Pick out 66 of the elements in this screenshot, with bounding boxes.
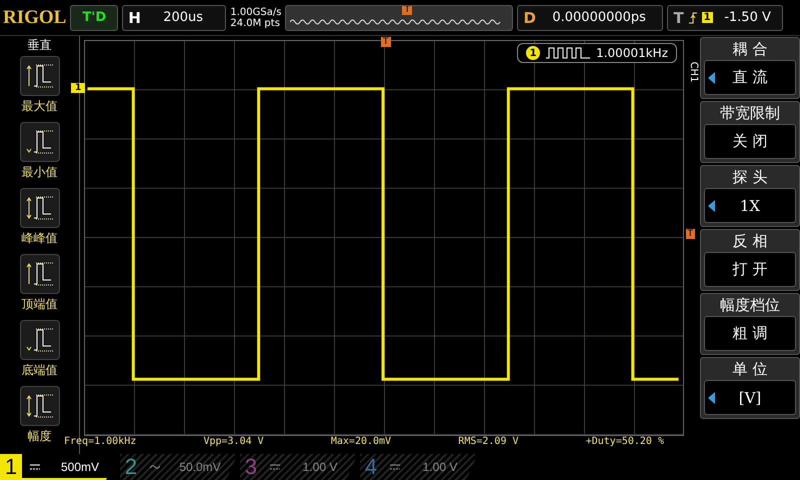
trigger-time-marker: T [381,37,390,47]
trigger-source: 1 [702,12,713,23]
channel-number: 2 [124,454,138,480]
softkey-value: 1X [740,196,760,214]
channel-scale: 1.00 V [422,460,458,474]
softkey-title: 幅度档位 [719,295,781,316]
softkey-title: 探 头 [732,167,768,188]
channel-scale: 50.0mV [178,460,222,474]
channel-marker: 1 [71,83,86,93]
dc-coupling-icon [390,464,400,470]
softkey-value: 直 流 [732,68,768,87]
measurement-waveform-icon [24,128,54,156]
measurement-waveform-icon [24,326,54,354]
channel-scale: 500mV [60,460,100,474]
horizontal-label: H [128,8,141,26]
menu-softkey[interactable]: 单 位 [V] [700,357,800,419]
measurement-readout: RMS=2.09 V [458,436,519,447]
softkey-title: 反 相 [732,231,768,252]
delay-value: 0.00000000ps [551,10,647,25]
dc-coupling-icon [30,464,40,470]
menu-softkey[interactable]: 探 头 1X [700,165,800,227]
measurement-waveform-icon [24,392,54,420]
trigger-level-marker: T [686,229,695,239]
brand-logo: RIGOL [3,6,66,28]
measurement-waveform-icon [24,62,54,90]
memory-depth: 24.0M pts [230,18,281,28]
menu-softkey[interactable]: 反 相 打 开 [700,229,800,291]
rising-edge-icon [688,12,697,24]
timebase-value: 200us [162,10,204,25]
channel-tab[interactable]: 3 1.00 V [240,454,358,480]
trigger-label: T [673,8,684,26]
channel-tab[interactable]: 2 50.0mV [120,454,238,480]
menu-softkey[interactable]: 带宽限制 关 闭 [700,101,800,163]
pulse-train-icon [546,47,590,59]
channel-number: 4 [364,454,378,480]
softkey-title: 带宽限制 [719,103,781,124]
trigger-level: -1.50 V [723,10,772,25]
softkey-value: 关 闭 [732,132,768,151]
delay-label: D [523,8,536,26]
softkey-value: 打 开 [732,260,768,279]
run-status: T'D [70,4,118,30]
sample-rate: 1.00GSa/s [230,6,282,18]
menu-title: 垂直 [28,37,52,54]
measurement-readout: Freq=1.00kHz [64,436,136,447]
channel-number: 3 [244,454,258,480]
channel-tab[interactable]: 4 1.00 V [360,454,478,480]
measurement-readout: +Duty=50.20 % [586,436,664,447]
dc-coupling-icon [270,464,280,470]
channel-number: 1 [0,454,22,480]
measurement-readout: Max=20.0mV [330,436,392,447]
channel-scale: 1.00 V [302,460,338,474]
softkey-value: 粗 调 [732,324,768,343]
counter-value: 1.00001kHz [596,46,668,60]
adjust-arrow-icon [708,200,715,212]
menu-softkey[interactable]: 幅度档位 粗 调 [700,293,800,355]
measurement-readout: Vpp=3.04 V [203,436,264,447]
softkey-title: 耦 合 [732,39,768,60]
softkey-title: 单 位 [732,359,768,380]
menu-softkey[interactable]: 耦 合 直 流 [700,37,800,99]
softkey-value: [V] [738,388,762,406]
adjust-arrow-icon [708,392,715,404]
counter-channel: 1 [526,46,540,60]
ac-coupling-icon [150,464,160,470]
measurement-waveform-icon [24,194,54,222]
adjust-arrow-icon [708,72,715,84]
measurement-waveform-icon [24,260,54,288]
